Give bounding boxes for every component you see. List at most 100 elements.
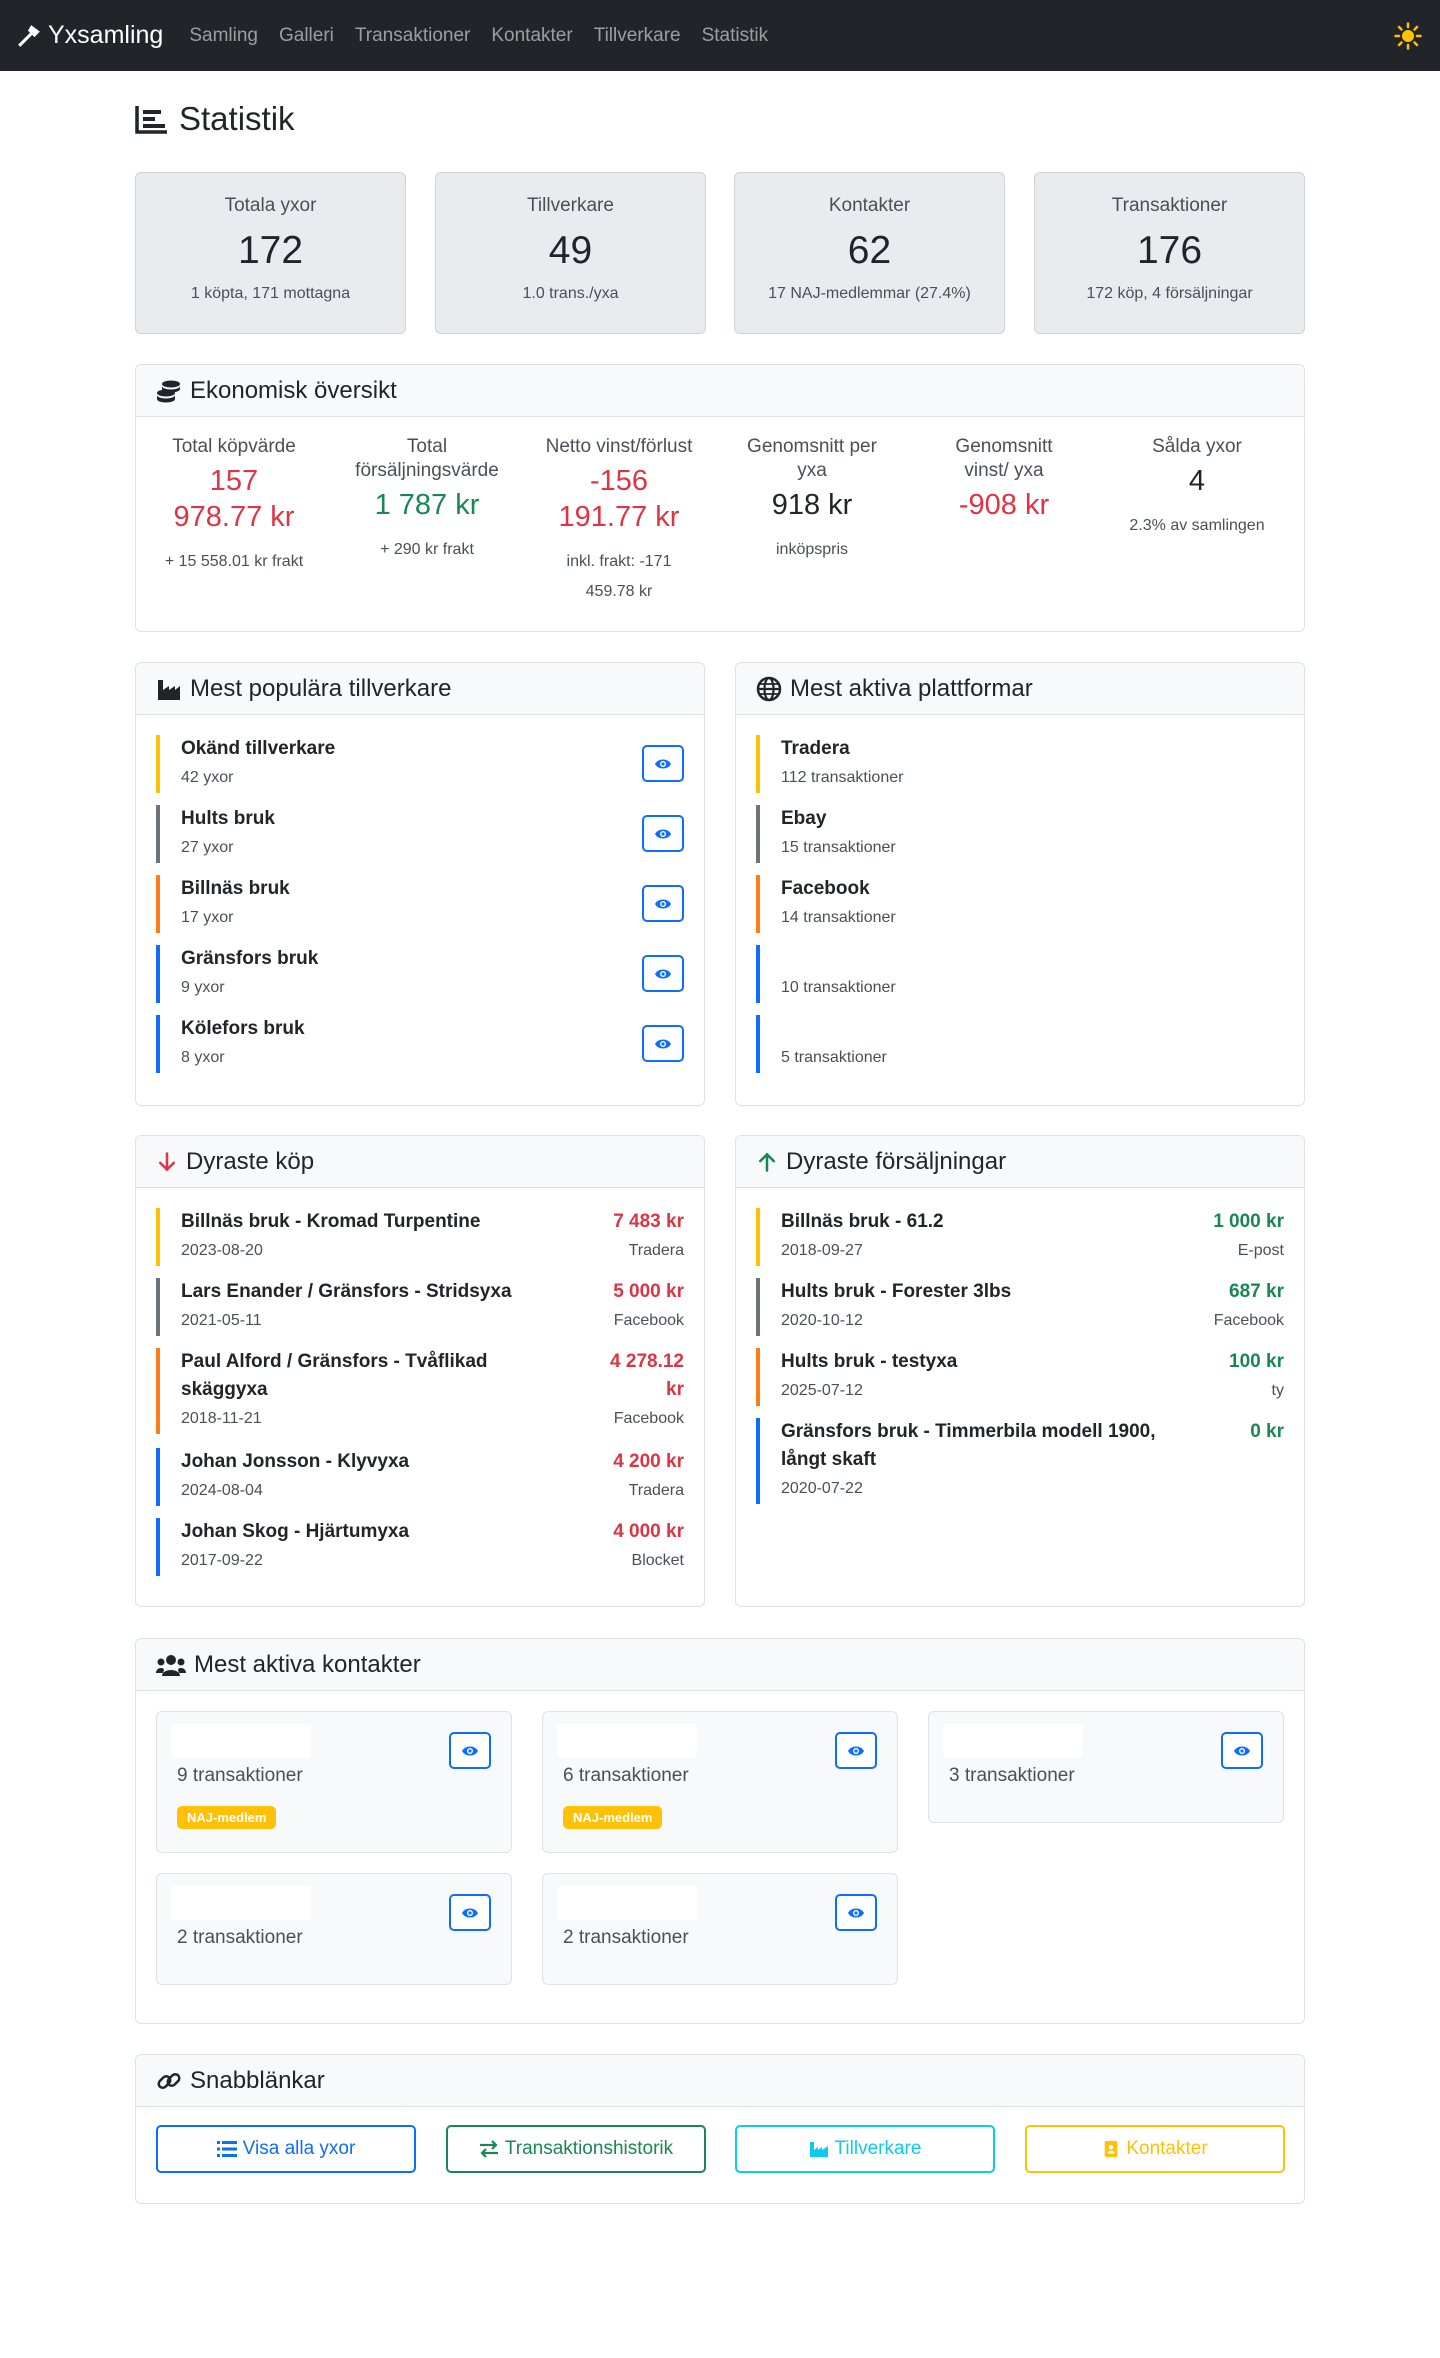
contact-tile[interactable]: 2 transaktioner [542, 1873, 898, 1985]
view-contact-button[interactable] [449, 1894, 491, 1931]
sun-icon[interactable] [1394, 22, 1422, 50]
view-manufacturer-button[interactable] [642, 745, 684, 782]
view-contact-button[interactable] [1221, 1732, 1263, 1769]
nav-transaktioner[interactable]: Transaktioner [355, 25, 470, 47]
buy-amount: 4 278.12 kr [610, 1351, 684, 1400]
nav-statistik[interactable]: Statistik [702, 25, 769, 47]
stat-value: 172 [237, 229, 304, 272]
expensive-sales-header: Dyraste försäljningar [736, 1136, 1304, 1188]
eye-icon [848, 1908, 864, 1917]
sale-name: Hults bruk - Forester 3lbs [781, 1281, 1012, 1302]
eye-icon [462, 1908, 478, 1917]
platform-count: 5 transaktioner [781, 1049, 887, 1066]
platforms-header: Mest aktiva plattformar [736, 663, 1304, 715]
contacts-button[interactable]: Kontakter [1025, 2125, 1285, 2173]
eco-label: Sålda yxor [1152, 436, 1242, 457]
eco-net-result: Netto vinst/förlust -156 191.77 kr inkl.… [526, 435, 712, 607]
view-all-axes-button[interactable]: Visa alla yxor [156, 2125, 416, 2173]
view-manufacturer-button[interactable] [642, 1025, 684, 1062]
expensive-buys-header: Dyraste köp [136, 1136, 704, 1188]
eco-value: -908 kr [958, 489, 1050, 521]
eco-label: Genomsnitt vinst/ yxa [955, 436, 1053, 481]
button-label: Kontakter [1126, 2138, 1208, 2159]
platform-name: Ebay [781, 808, 827, 829]
eco-value: -156 191.77 kr [558, 465, 680, 533]
eco-sub: inköpspris [775, 541, 849, 558]
platform-name: Facebook [781, 878, 870, 899]
eye-icon [1234, 1746, 1250, 1755]
nav-tillverkare[interactable]: Tillverkare [594, 25, 681, 47]
stat-value: 49 [548, 229, 593, 272]
view-contact-button[interactable] [835, 1732, 877, 1769]
eye-icon [655, 1039, 671, 1048]
quicklinks-card: Snabblänkar Visa alla yxor Transaktionsh… [135, 2054, 1305, 2204]
nav-kontakter[interactable]: Kontakter [491, 25, 572, 47]
platforms-card: Mest aktiva plattformar Tradera 112 tran… [735, 662, 1305, 1106]
page-title-text: Statistik [179, 100, 295, 137]
manufacturer-count: 9 yxor [181, 979, 225, 996]
page-title: Statistik [135, 100, 295, 138]
view-manufacturer-button[interactable] [642, 955, 684, 992]
manufacturer-count: 8 yxor [181, 1049, 225, 1066]
eco-sub: + 15 558.01 kr frakt [164, 553, 304, 570]
contact-tile[interactable]: 3 transaktioner [928, 1711, 1284, 1823]
sale-platform: E-post [1237, 1242, 1284, 1259]
sale-item: Gränsfors bruk - Timmerbila modell 1900,… [756, 1418, 1284, 1504]
contact-tile[interactable]: 2 transaktioner [156, 1873, 512, 1985]
manufacturer-name: Kölefors bruk [181, 1018, 305, 1039]
buy-name: Lars Enander / Gränsfors - Stridsyxa [181, 1281, 512, 1302]
sale-platform: ty [1271, 1382, 1284, 1399]
buy-name: Johan Jonsson - Klyvyxa [181, 1451, 410, 1472]
eye-icon [655, 899, 671, 908]
stat-contacts: Kontakter 62 17 NAJ-medlemmar (27.4%) [734, 172, 1005, 334]
nav-galleri[interactable]: Galleri [279, 25, 334, 47]
brand-link[interactable]: Yxsamling [16, 21, 163, 50]
manufacturer-item: Okänd tillverkare 42 yxor [156, 735, 684, 793]
stat-label: Kontakter [828, 195, 911, 216]
naj-member-badge: NAJ-medlem [563, 1806, 663, 1829]
eco-sub: inkl. frakt: -171 459.78 kr [566, 553, 672, 600]
manufacturer-count: 27 yxor [181, 839, 234, 856]
eco-avg-profit: Genomsnitt vinst/ yxa -908 kr [911, 435, 1097, 523]
buy-platform: Facebook [613, 1312, 684, 1329]
platform-name [781, 945, 1284, 973]
eco-sold-axes: Sålda yxor 4 2.3% av samlingen [1104, 435, 1290, 541]
link-icon [157, 2072, 181, 2089]
platform-count: 15 transaktioner [781, 839, 896, 856]
platform-item: Ebay 15 transaktioner [756, 805, 1284, 863]
eye-icon [655, 969, 671, 978]
stat-sub: 1.0 trans./yxa [522, 285, 619, 302]
stat-label: Totala yxor [224, 195, 317, 216]
eye-icon [655, 759, 671, 768]
sale-name: Gränsfors bruk - Timmerbila modell 1900,… [781, 1421, 1156, 1470]
naj-member-badge: NAJ-medlem [177, 1806, 277, 1829]
view-manufacturer-button[interactable] [642, 815, 684, 852]
contact-count: 6 transaktioner [563, 1765, 689, 1786]
sale-amount: 100 kr [1229, 1351, 1284, 1372]
nav-samling[interactable]: Samling [189, 25, 258, 47]
eco-label: Total försäljningsvärde [355, 436, 499, 481]
stat-sub: 17 NAJ-medlemmar (27.4%) [768, 285, 971, 302]
buy-name: Paul Alford / Gränsfors - Tvåflikad skäg… [181, 1351, 488, 1400]
view-manufacturer-button[interactable] [642, 885, 684, 922]
manufacturer-name: Billnäs bruk [181, 878, 290, 899]
users-icon [156, 1654, 186, 1676]
view-contact-button[interactable] [835, 1894, 877, 1931]
buy-date: 2018-11-21 [181, 1410, 262, 1427]
coins-icon [157, 380, 180, 402]
eco-label: Netto vinst/förlust [545, 436, 693, 457]
eye-icon [655, 829, 671, 838]
quicklinks-header: Snabblänkar [136, 2055, 1304, 2107]
platform-count: 14 transaktioner [781, 909, 896, 926]
manufacturer-count: 17 yxor [181, 909, 234, 926]
sale-amount: 0 kr [1250, 1421, 1284, 1442]
eco-total-sales: Total försäljningsvärde 1 787 kr + 290 k… [334, 435, 520, 565]
button-label: Tillverkare [834, 2138, 922, 2159]
view-contact-button[interactable] [449, 1732, 491, 1769]
contact-tile[interactable]: 9 transaktioner NAJ-medlem [156, 1711, 512, 1853]
manufacturers-button[interactable]: Tillverkare [735, 2125, 995, 2173]
eco-value: 4 [1188, 465, 1206, 497]
contact-tile[interactable]: 6 transaktioner NAJ-medlem [542, 1711, 898, 1853]
sale-amount: 687 kr [1229, 1281, 1284, 1302]
transaction-history-button[interactable]: Transaktionshistorik [446, 2125, 706, 2173]
